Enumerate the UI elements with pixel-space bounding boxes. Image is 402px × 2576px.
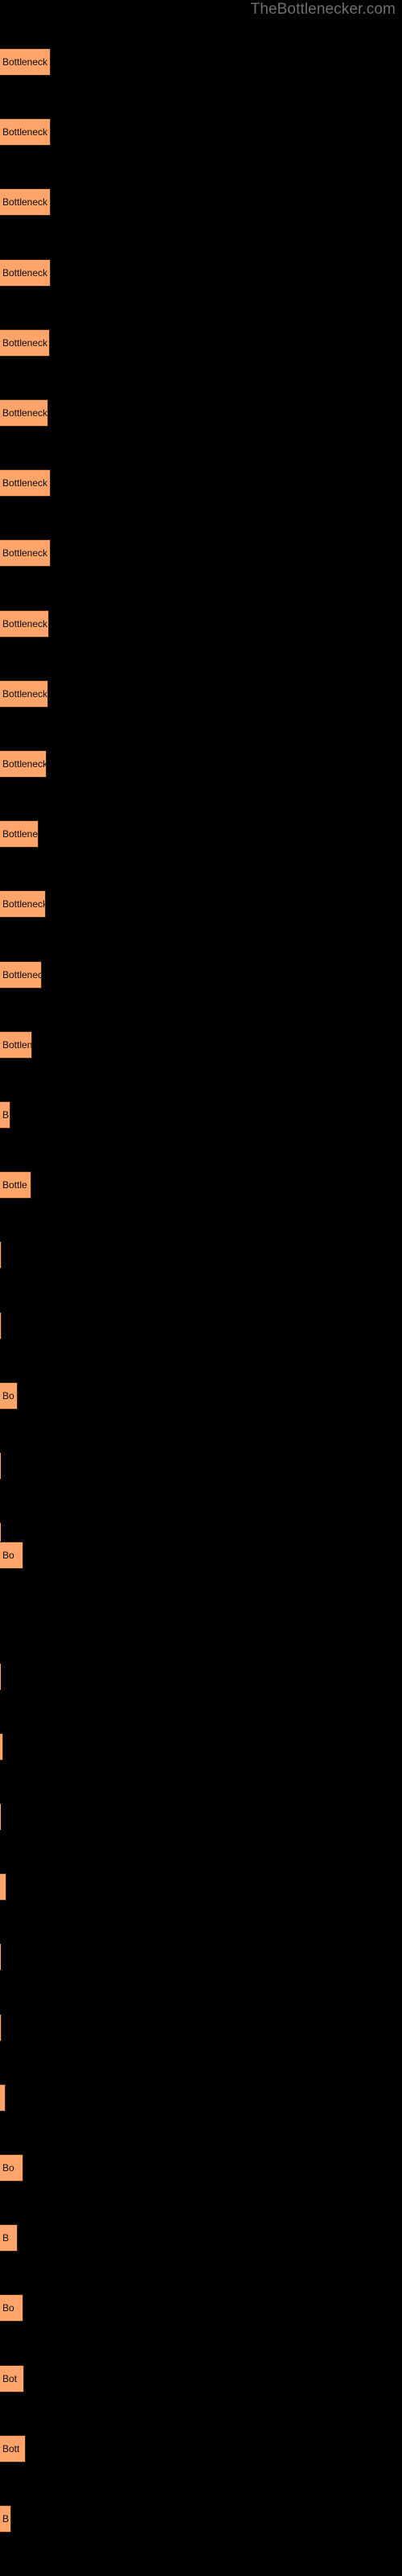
bar: B xyxy=(0,2505,11,2533)
bar-label: Bottleneck res xyxy=(2,547,50,559)
bar xyxy=(0,1312,2,1340)
bar-label: B xyxy=(2,2513,10,2524)
bar-label: Bo xyxy=(2,1550,14,1561)
bar-label: Bo xyxy=(2,2162,14,2174)
bar: Bottleneck xyxy=(0,820,39,848)
bar: Bottleneck re xyxy=(0,610,49,638)
bar: Bottleneck res xyxy=(0,329,50,357)
bar: Bot xyxy=(0,2365,24,2392)
bar-label: Bottleneck xyxy=(2,969,41,980)
bar: Bo xyxy=(0,1382,18,1410)
bar xyxy=(0,1241,2,1269)
bar xyxy=(0,1452,1,1480)
bar: Bottleneck re xyxy=(0,750,47,778)
bar xyxy=(0,2084,6,2112)
bar-label: Bottleneck resu xyxy=(2,56,50,68)
bar: Bottleneck xyxy=(0,961,42,989)
site-watermark: TheBottlenecker.com xyxy=(250,1,396,18)
bar xyxy=(0,1733,3,1761)
bar: Bottleneck resu xyxy=(0,48,51,76)
bar: Bottleneck resu xyxy=(0,469,51,497)
bar xyxy=(0,2014,2,2041)
bar: Bottleneck res xyxy=(0,539,51,567)
bar: Bo xyxy=(0,1542,23,1569)
bar: Bottleneck re xyxy=(0,680,48,708)
bar-label: Bottleneck resu xyxy=(2,477,50,489)
bar-label: Bottleneck re xyxy=(2,758,47,770)
bar: Bottleneck res xyxy=(0,259,51,287)
bar: Bottleneck re xyxy=(0,399,48,427)
bar-label: Bottleneck res xyxy=(2,267,50,279)
bar: Bo xyxy=(0,2294,23,2322)
plot-area: Bottleneck resu Bottleneck resu Bottleneck… xyxy=(0,0,402,2576)
bar-label: Bottleneck xyxy=(2,828,39,840)
bar-label: B xyxy=(2,1109,10,1121)
bar-label: Bo xyxy=(2,2302,14,2314)
bar: Bottleneck resu xyxy=(0,188,51,216)
bar: Bo xyxy=(0,2154,23,2182)
bar xyxy=(0,1873,6,1901)
bottleneck-bar-chart: Bottleneck resu Bottleneck resu Bottleneck… xyxy=(0,0,402,2576)
bar xyxy=(0,1803,1,1831)
bar-label: Bottleneck re xyxy=(2,407,48,419)
bar-label: Bottleneck r xyxy=(2,898,46,910)
bar: Bottleneck resu xyxy=(0,118,51,146)
bar xyxy=(0,1943,1,1971)
bar-label: Bottlen xyxy=(2,1039,32,1051)
bar-label: Bott xyxy=(2,2443,20,2454)
bar: B xyxy=(0,2224,18,2252)
bar xyxy=(0,1663,1,1690)
bar-label: Bottleneck resu xyxy=(2,126,50,138)
bar-label: Bo xyxy=(2,1390,14,1402)
bar-label: Bot xyxy=(2,2373,18,2384)
bar-label: B xyxy=(2,2232,10,2244)
bar: Bott xyxy=(0,2435,26,2462)
bar-label: Bottleneck resu xyxy=(2,196,50,208)
bar-label: Bottle xyxy=(2,1179,27,1191)
bar-label: Bottleneck res xyxy=(2,337,49,349)
bar-label: Bottleneck re xyxy=(2,688,48,700)
bar-label: Bottleneck re xyxy=(2,618,48,630)
bar: Bottleneck r xyxy=(0,890,46,918)
bar: Bottlen xyxy=(0,1031,32,1059)
bar: B xyxy=(0,1101,10,1129)
bar: Bottle xyxy=(0,1171,31,1199)
